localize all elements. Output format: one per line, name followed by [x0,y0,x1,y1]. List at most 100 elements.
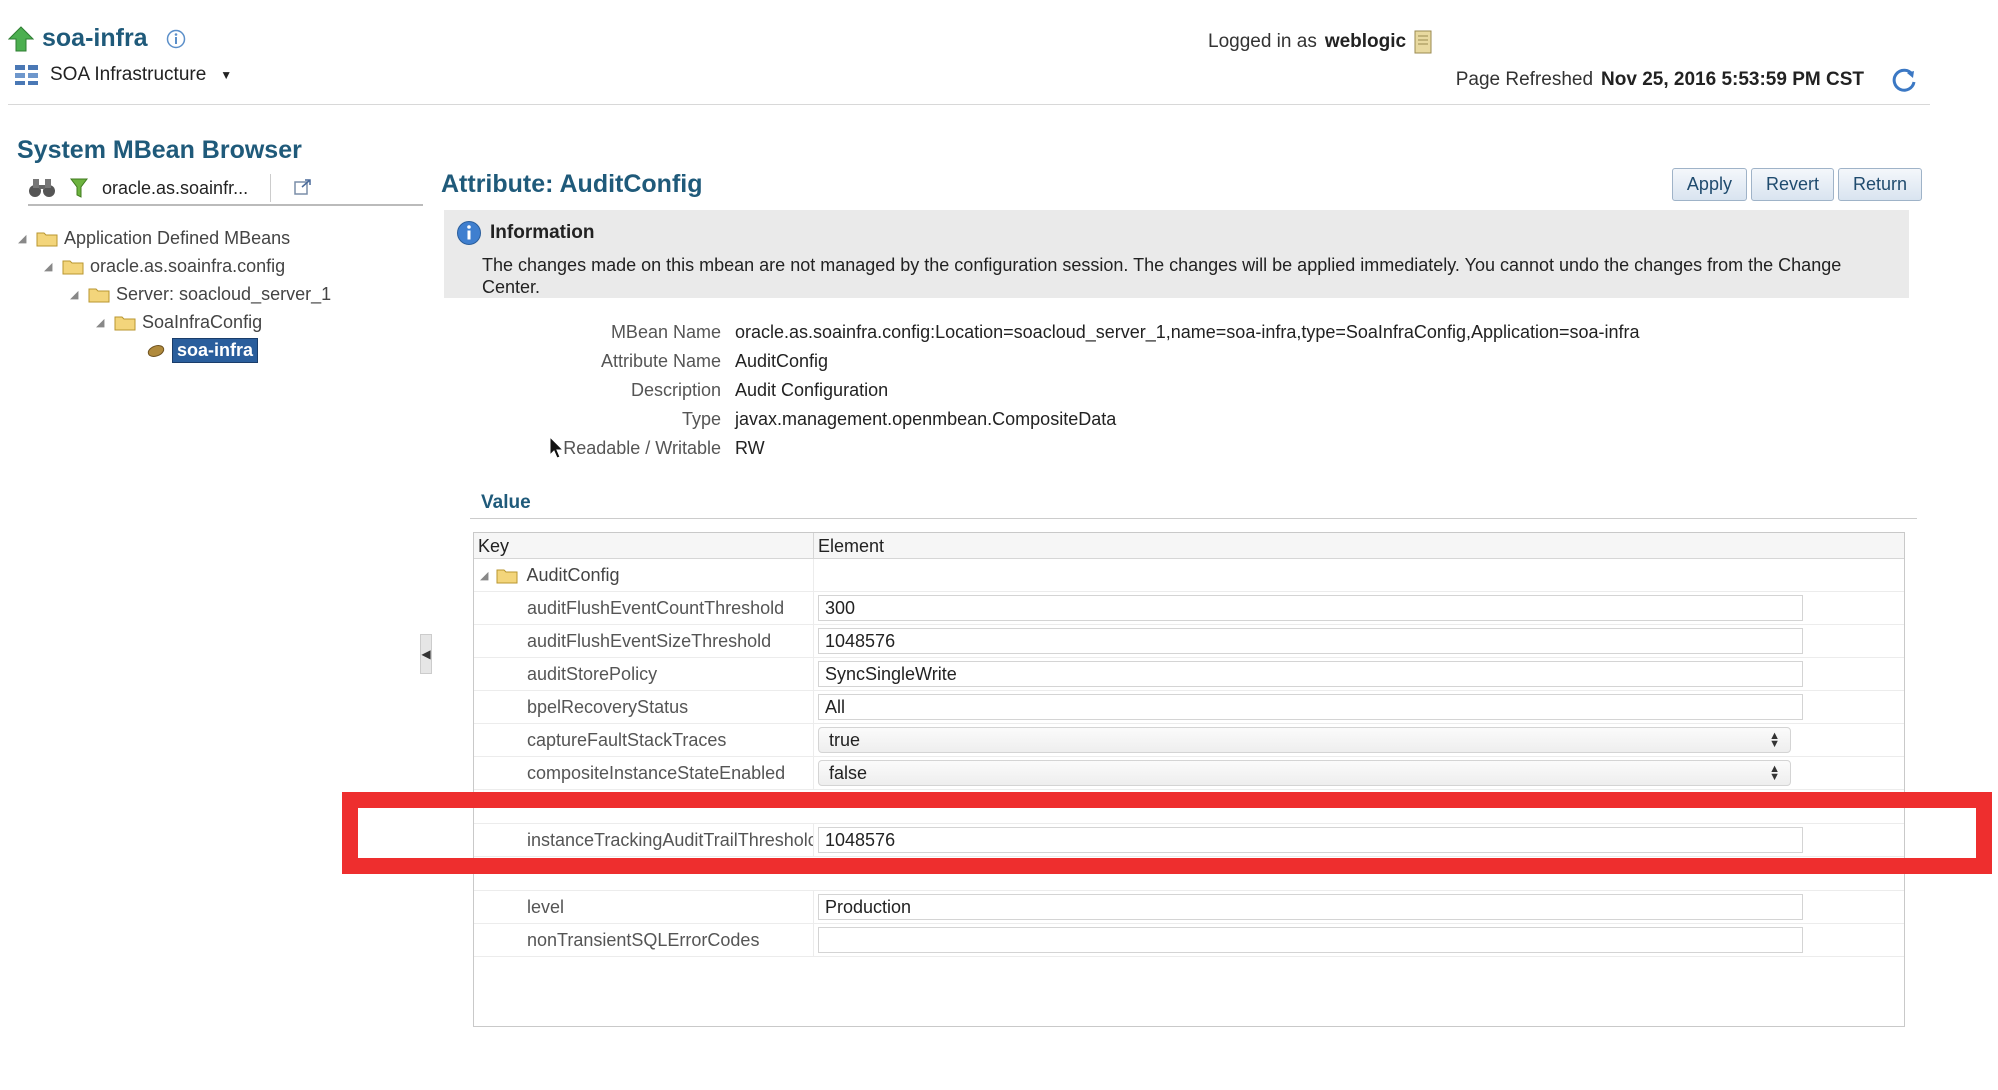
value-section-divider [470,518,1917,519]
property-row: Readable / Writable RW [540,434,1640,463]
value-select[interactable]: true ▲ ▼ [818,727,1791,753]
app-name[interactable]: soa-infra [42,24,148,53]
value-input[interactable]: 1048576 [818,827,1803,853]
header-divider [8,104,1930,105]
table-group-row[interactable]: ◢ AuditConfig [474,559,1904,592]
group-label: AuditConfig [526,564,620,585]
tree-node-label: SoaInfraConfig [142,311,263,332]
expand-triangle-icon[interactable]: ◢ [70,288,82,301]
row-key: auditFlushEventCountThreshold [474,592,814,624]
property-row: Description Audit Configuration [540,376,1640,405]
select-arrows-icon: ▲ ▼ [1769,730,1780,750]
status-up-arrow-icon [8,25,34,51]
table-row: auditFlushEventCountThreshold 300 [474,592,1904,625]
table-row: auditStorePolicy SyncSingleWrite [474,658,1904,691]
mbean-tree: ◢ Application Defined MBeans ◢ oracle.as… [18,224,331,364]
value-select[interactable]: false ▲ ▼ [818,760,1791,786]
mbean-browser-toolbar: oracle.as.soainfr... [28,172,423,206]
toolbar-separator [270,174,272,202]
table-row-spacer [474,857,1904,891]
refresh-prefix: Page Refreshed [1455,69,1594,90]
revert-button[interactable]: Revert [1750,168,1834,201]
tree-node[interactable]: ◢ Application Defined MBeans [18,224,331,252]
table-row-spacer [474,790,1904,824]
tree-node-selected[interactable]: soa-infra [18,336,331,364]
property-value: RW [735,438,765,458]
value-input[interactable]: All [818,694,1803,720]
information-heading: Information [456,220,1897,246]
property-value: Audit Configuration [735,380,889,400]
information-box: Information The changes made on this mbe… [444,210,1909,298]
table-row: auditFlushEventSizeThreshold 1048576 [474,625,1904,658]
folder-icon [114,316,136,330]
filter-value[interactable]: oracle.as.soainfr... [102,178,248,199]
row-key: auditStorePolicy [474,658,814,690]
action-buttons: Apply Revert Return [1671,168,1922,201]
row-element: true ▲ ▼ [814,724,1904,756]
table-row: nonTransientSQLErrorCodes [474,924,1904,957]
value-input[interactable] [818,927,1803,953]
tree-node[interactable]: ◢ Server: soacloud_server_1 [18,280,331,308]
target-menu[interactable]: SOA Infrastructure ▼ [14,64,232,86]
property-row: Type javax.management.openmbean.Composit… [540,405,1640,434]
property-label: Readable / Writable [563,438,721,458]
panel-collapse-handle[interactable]: ◀ [420,634,432,674]
return-button[interactable]: Return [1837,168,1922,201]
logged-in-prefix: Logged in as [1208,31,1317,52]
group-key: ◢ AuditConfig [474,559,814,591]
mbean-icon [147,345,165,357]
row-key: level [474,891,814,923]
property-label: MBean Name [610,322,721,342]
page-icon[interactable] [1414,30,1432,54]
row-key: auditFlushEventSizeThreshold [474,625,814,657]
binoculars-icon[interactable] [28,177,56,199]
user-name[interactable]: weblogic [1325,31,1406,53]
tree-node[interactable]: ◢ oracle.as.soainfra.config [18,252,331,280]
column-header-element[interactable]: Element [814,533,888,558]
property-value: javax.management.openmbean.CompositeData [735,409,1117,429]
table-row: level Production [474,891,1904,924]
folder-icon [88,288,110,302]
row-element: 300 [814,592,1904,624]
attribute-properties: MBean Name oracle.as.soainfra.config:Loc… [540,318,1640,463]
row-element [814,924,1904,956]
column-header-key[interactable]: Key [474,533,814,558]
apply-button[interactable]: Apply [1671,168,1747,201]
row-key: compositeInstanceStateEnabled [474,757,814,789]
value-section-title: Value [481,492,531,513]
row-element: 1048576 [814,625,1904,657]
page-refresh-info: Page Refreshed Nov 25, 2016 5:53:59 PM C… [1456,66,1918,94]
expand-triangle-icon[interactable]: ◢ [44,260,56,273]
soa-infrastructure-icon [15,65,38,85]
table-header: Key Element [474,533,1904,559]
expand-triangle-icon[interactable]: ◢ [18,232,30,245]
tree-node-label: soa-infra [172,337,259,363]
select-value: true [829,729,861,750]
expand-triangle-icon[interactable]: ◢ [480,569,488,582]
value-input[interactable]: SyncSingleWrite [818,661,1803,687]
property-label: Description [630,380,721,400]
detach-icon[interactable] [293,178,313,198]
row-key: instanceTrackingAuditTrailThresholc [474,824,814,856]
chevron-left-icon: ◀ [421,647,431,661]
property-row: Attribute Name AuditConfig [540,347,1640,376]
value-input[interactable]: 300 [818,595,1803,621]
refresh-icon[interactable] [1890,66,1918,94]
value-input[interactable]: Production [818,894,1803,920]
property-value: oracle.as.soainfra.config:Location=soacl… [735,322,1640,342]
table-row: compositeInstanceStateEnabled false ▲ ▼ [474,757,1904,790]
mouse-cursor-icon [549,436,565,459]
info-icon[interactable] [166,29,186,49]
row-element: 1048576 [814,824,1904,856]
property-label: Type [681,409,721,429]
filter-icon[interactable] [70,177,88,199]
tree-node[interactable]: ◢ SoaInfraConfig [18,308,331,336]
value-input[interactable]: 1048576 [818,628,1803,654]
info-icon [457,221,481,245]
property-row: MBean Name oracle.as.soainfra.config:Loc… [540,318,1640,347]
expand-triangle-icon[interactable]: ◢ [96,316,108,329]
row-element: SyncSingleWrite [814,658,1904,690]
row-element: Production [814,891,1904,923]
folder-icon [62,260,84,274]
page-title: Attribute: AuditConfig [441,170,703,198]
